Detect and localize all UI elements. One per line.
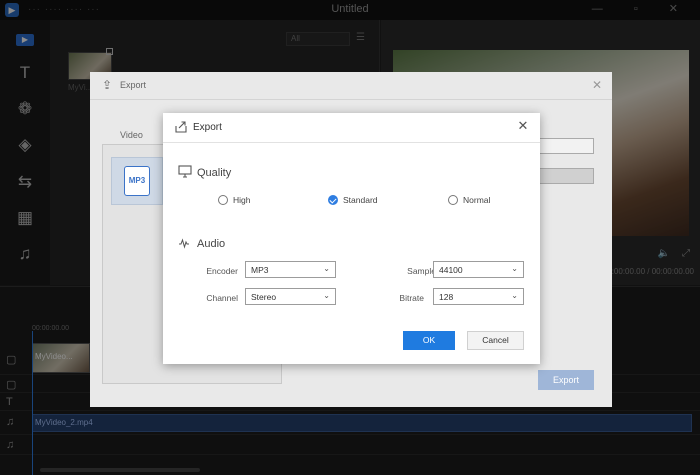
mp3-file-icon: MP3 [124,166,150,196]
quality-option-label: Normal [463,195,491,205]
encoder-label: Encoder [206,266,238,276]
channel-value: Stereo [251,292,277,302]
chevron-down-icon: ⌄ [511,291,518,300]
quality-option-label: Standard [343,195,378,205]
cancel-button[interactable]: Cancel [467,331,524,350]
export-button[interactable]: Export [538,370,594,390]
sample-rate-value: 44100 [439,265,463,275]
output-name-field[interactable] [538,168,594,184]
background-dialog-title: Export [120,80,147,90]
output-path-field[interactable] [538,138,594,154]
export-icon: ⇪ [102,78,113,92]
background-dialog-header: ⇪ Export ✕ [90,72,612,100]
chevron-down-icon: ⌄ [511,264,518,273]
sample-rate-select[interactable]: 44100 ⌄ [433,261,524,278]
format-item-mp3[interactable]: MP3 [111,157,163,205]
radio-indicator [448,195,458,205]
bitrate-value: 128 [439,292,454,302]
audio-wave-icon [179,238,189,249]
encoder-select[interactable]: MP3 ⌄ [245,261,336,278]
video-editor-window: ▶ ··· ···· ···· ··· Untitled — ▫ ✕ ▶ T ❁… [0,0,700,475]
radio-checked-indicator [328,195,338,205]
channel-label: Channel [206,293,238,303]
encoder-value: MP3 [251,265,269,275]
ok-button[interactable]: OK [403,331,455,350]
quality-option-label: High [233,195,251,205]
chevron-down-icon: ⌄ [323,264,330,273]
audio-section-title: Audio [197,238,226,250]
bitrate-select[interactable]: 128 ⌄ [433,288,524,305]
dialog-header: Export ✕ [163,113,540,143]
close-icon[interactable]: ✕ [592,78,602,92]
export-icon [175,121,187,133]
radio-indicator [218,195,228,205]
tab-video[interactable]: Video [120,130,143,140]
close-icon[interactable]: ✕ [516,119,530,133]
channel-select[interactable]: Stereo ⌄ [245,288,336,305]
dialog-title: Export [193,122,222,133]
bitrate-label: Bitrate [399,293,424,303]
chevron-down-icon: ⌄ [323,291,330,300]
quality-section-title: Quality [197,167,232,179]
export-settings-dialog: Export ✕ Quality High Standard Normal Au… [163,113,540,364]
monitor-icon [178,165,192,178]
